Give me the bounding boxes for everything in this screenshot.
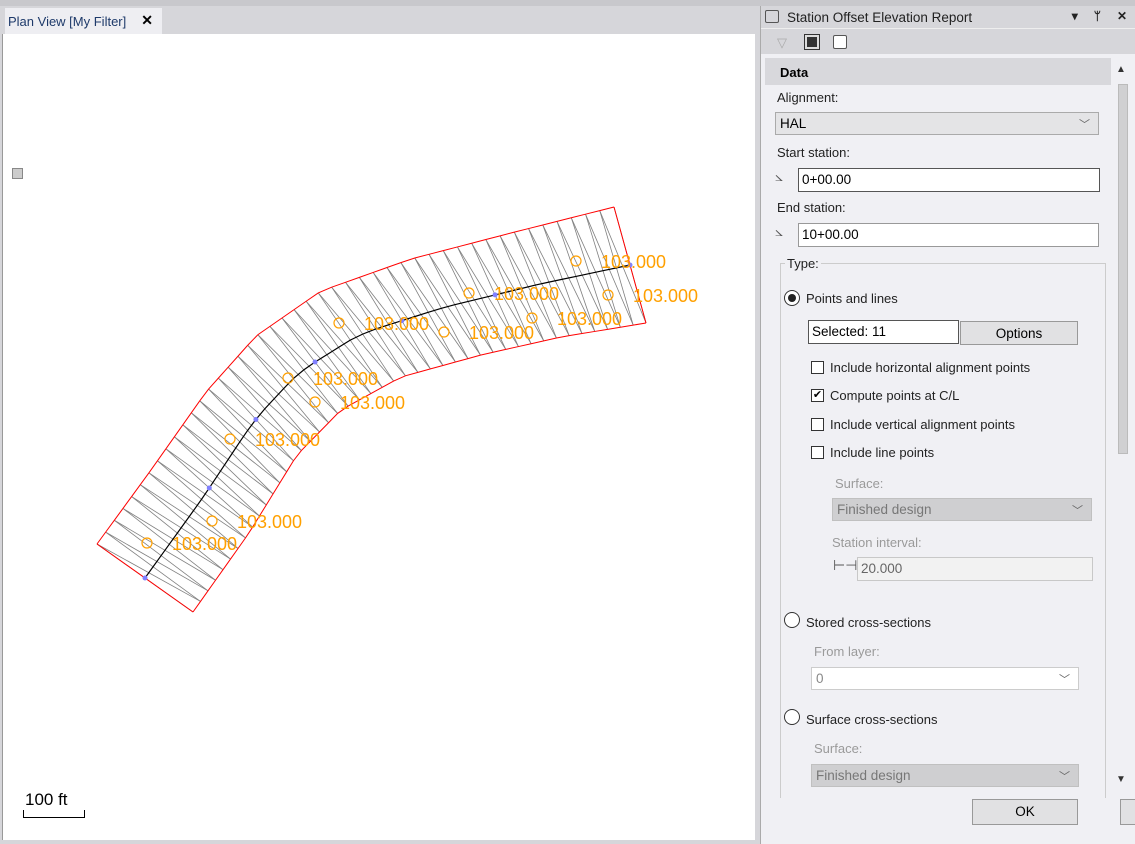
interval-icon: ⊢⊣	[833, 557, 858, 573]
elevation-label: 103.000	[313, 369, 378, 389]
scroll-up-icon[interactable]: ▲	[1116, 64, 1126, 75]
panel-toolbar: ▽	[761, 28, 1135, 54]
scale-label: 100 ft	[25, 790, 68, 809]
pin-icon[interactable]: ᛘ	[1094, 9, 1101, 23]
surface2-label: Surface:	[814, 741, 863, 756]
station-pick-icon[interactable]: ⦣	[775, 168, 795, 190]
include-hal-label: Include horizontal alignment points	[830, 360, 1031, 375]
elevation-label: 103.000	[255, 430, 320, 450]
surface-cross-sections-label: Surface cross-sections	[806, 712, 938, 727]
station-interval-label: Station interval:	[832, 535, 922, 550]
type-label: Type:	[785, 256, 821, 271]
alignment-select[interactable]: HAL ﹀	[775, 112, 1099, 135]
alignment-vertex	[142, 575, 148, 581]
ok-button[interactable]: OK	[972, 799, 1078, 825]
chevron-down-icon: ﹀	[1059, 771, 1070, 783]
scroll-thumb[interactable]	[1118, 84, 1128, 454]
chevron-down-icon: ﹀	[1079, 119, 1090, 131]
scroll-down-icon[interactable]: ▼	[1116, 774, 1126, 785]
options-button[interactable]: Options	[960, 321, 1078, 345]
point-marker	[206, 515, 218, 527]
console-icon[interactable]	[804, 33, 820, 50]
report-panel: Station Offset Elevation Report ▾ ᛘ ✕ ▽ Da…	[760, 6, 1135, 844]
end-station-label: End station:	[777, 200, 846, 215]
scale-bar	[23, 810, 85, 818]
alignment-label: Alignment:	[777, 90, 839, 105]
elevation-label: 103.000	[237, 512, 302, 532]
alignment-vertex	[206, 485, 212, 491]
elevation-label: 103.000	[340, 393, 405, 413]
point-marker	[438, 326, 450, 338]
radio-points-and-lines[interactable]	[784, 290, 800, 306]
chevron-down-icon: ﹀	[1059, 674, 1070, 686]
cancel-button[interactable]	[1120, 799, 1135, 825]
point-marker	[526, 312, 538, 324]
plan-view-canvas[interactable]: 103.000 103.000 103.000 103.000 103.000 103.0…	[2, 34, 755, 840]
panel-title-bar: Station Offset Elevation Report ▾ ᛘ ✕	[761, 6, 1135, 28]
elevation-label: 103.000	[557, 309, 622, 329]
include-line-label: Include line points	[830, 445, 935, 460]
surface2-select[interactable]: Finished design ﹀	[811, 764, 1079, 787]
include-val-label: Include vertical alignment points	[830, 417, 1015, 432]
vertical-scrollbar[interactable]: ▲ ▼	[1113, 58, 1132, 792]
layer-value: 0	[816, 671, 824, 686]
triangle-edge	[208, 388, 294, 462]
surface-select[interactable]: Finished design ﹀	[832, 498, 1092, 521]
checkbox-compute-cl[interactable]: ✔	[811, 389, 824, 402]
radio-stored-cross-sections[interactable]	[784, 612, 800, 628]
from-layer-select[interactable]: 0 ﹀	[811, 667, 1079, 690]
point-marker	[224, 433, 236, 445]
selected-count: Selected: 11	[808, 320, 959, 344]
radio-surface-cross-sections[interactable]	[784, 709, 800, 725]
elevation-label: 103.000	[172, 534, 237, 554]
alignment-vertex	[253, 416, 259, 422]
elevation-label: 103.000	[469, 323, 534, 343]
panel-title: Station Offset Elevation Report	[787, 9, 973, 25]
close-icon[interactable]: ✕	[1117, 9, 1127, 23]
elevation-label: 103.000	[601, 252, 666, 272]
station-pick-icon[interactable]: ⦣	[775, 223, 795, 245]
alignment-vertex	[312, 359, 318, 365]
section-header: Data	[765, 58, 1111, 85]
point-marker	[463, 287, 475, 299]
panel-content: Data Alignment: HAL ﹀ Start station: ⦣ 0+…	[765, 58, 1111, 798]
checkbox-include-val-points[interactable]	[811, 418, 824, 431]
surface2-value: Finished design	[816, 768, 911, 783]
elevation-label: 103.000	[494, 284, 559, 304]
point-marker	[602, 289, 614, 301]
elevation-label: 103.000	[633, 286, 698, 306]
surface-label: Surface:	[835, 476, 884, 491]
compute-cl-label: Compute points at C/L	[830, 388, 960, 403]
chevron-down-icon: ﹀	[1072, 505, 1083, 517]
points-and-lines-label: Points and lines	[806, 291, 898, 306]
station-interval-input[interactable]: 20.000	[857, 557, 1093, 581]
filter-icon[interactable]: ▽	[777, 35, 791, 50]
end-station-input[interactable]: 10+00.00	[798, 223, 1099, 247]
view-control-square[interactable]	[12, 168, 23, 179]
start-station-label: Start station:	[777, 145, 850, 160]
from-layer-label: From layer:	[814, 644, 880, 659]
dropdown-icon[interactable]: ▾	[1072, 9, 1078, 23]
point-marker	[282, 372, 294, 384]
report-icon	[765, 10, 779, 23]
start-station-input[interactable]: 0+00.00	[798, 168, 1100, 192]
surface-value: Finished design	[837, 502, 932, 517]
checkbox-include-hal-points[interactable]	[811, 361, 824, 374]
checkbox-include-line-points[interactable]	[811, 446, 824, 459]
elevation-label: 103.000	[364, 314, 429, 334]
stored-cross-sections-label: Stored cross-sections	[806, 615, 931, 630]
alignment-value: HAL	[780, 116, 807, 131]
corridor-drawing: 103.000103.000103.000103.000103.000103.0…	[96, 206, 698, 613]
clipboard-icon[interactable]	[833, 34, 847, 49]
